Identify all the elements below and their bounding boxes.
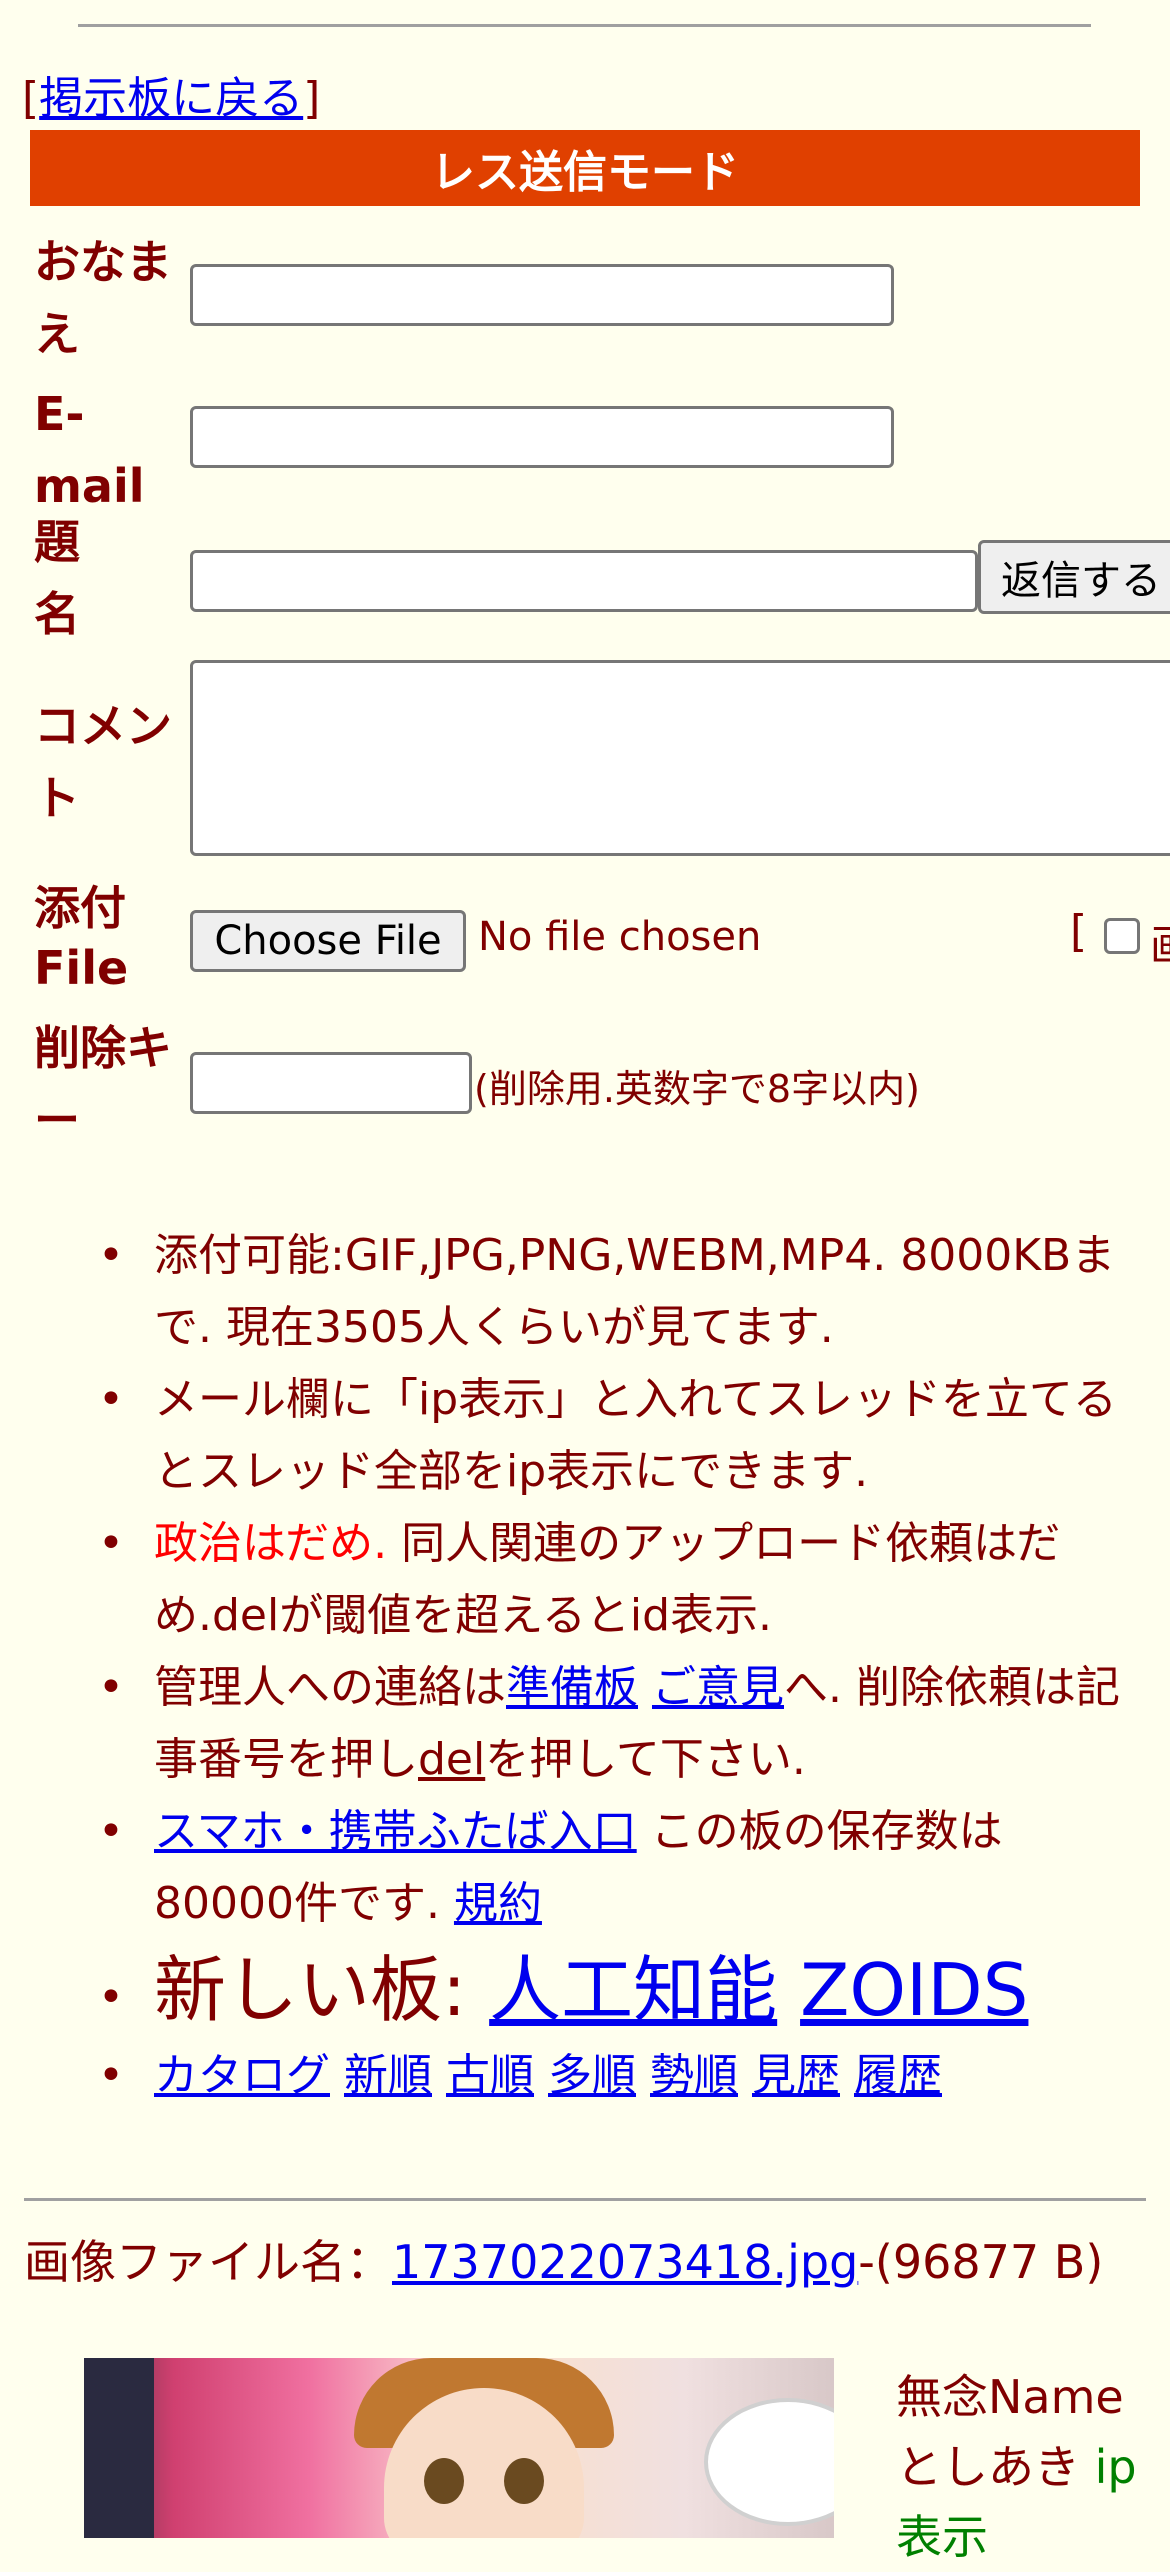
file-label-line2: File <box>34 941 129 995</box>
board-rules-list: 添付可能:GIF,JPG,PNG,WEBM,MP4. 8000KBまで. 現在3… <box>0 1220 1170 2112</box>
image-option-checkbox[interactable] <box>1104 918 1140 954</box>
email-input[interactable] <box>190 406 894 468</box>
post-history-link[interactable]: 履歴 <box>854 2050 942 2101</box>
name-label: おなま え <box>34 226 172 370</box>
back-close-bracket: ] <box>303 73 321 124</box>
sort-new-link[interactable]: 新順 <box>344 2050 432 2101</box>
rule-politics: 政治はだめ. 同人関連のアップロード依頼はだめ.delが閾値を超えるとid表示. <box>0 1508 1170 1652</box>
name-input[interactable] <box>190 264 894 326</box>
top-divider <box>78 24 1091 27</box>
delete-key-input[interactable] <box>190 1052 472 1114</box>
thread-divider <box>24 2198 1146 2201</box>
rule-politics-warning: 政治はだめ. <box>154 1518 388 1569</box>
rule-attachments: 添付可能:GIF,JPG,PNG,WEBM,MP4. 8000KBまで. 現在3… <box>0 1220 1170 1364</box>
poster-handle: としあき <box>896 2440 1080 2494</box>
sort-old-link[interactable]: 古順 <box>446 2050 534 2101</box>
rule-ip-display: メール欄に「ip表示」と入れてスレッドを立てるとスレッド全部をip表示にできます… <box>0 1364 1170 1508</box>
back-to-board-link[interactable]: 掲示板に戻る <box>39 73 303 124</box>
subject-label: 題 名 <box>34 506 80 650</box>
thumbnail-dark-region <box>84 2358 154 2538</box>
rule-contact: 管理人への連絡は準備板 ご意見へ. 削除依頼は記事番号を押しdelを押して下さい… <box>0 1652 1170 1796</box>
image-option-label: 画 <box>1150 912 1170 973</box>
board-nav-links: カタログ 新順 古順 多順 勢順 見歴 履歴 <box>0 2040 1170 2112</box>
thumbnail-eye-left <box>424 2458 464 2504</box>
back-nav: [掲示板に戻る] <box>22 62 320 126</box>
delete-key-label-line1: 削除キ <box>34 1021 172 1075</box>
post-thumbnail-image[interactable] <box>84 2358 834 2538</box>
reply-mode-banner: レス送信モード <box>30 130 1140 206</box>
file-size: -(96877 B) <box>858 2235 1104 2289</box>
reply-submit-button[interactable]: 返信する <box>978 540 1170 614</box>
email-label-line1: E- <box>34 387 85 441</box>
comment-textarea[interactable] <box>190 660 1170 856</box>
post-file-info: 画像ファイル名：1737022073418.jpg-(96877 B) <box>24 2232 1144 2292</box>
name-label-line1: おなま <box>34 235 172 289</box>
back-open-bracket: [ <box>22 73 40 124</box>
mobile-entrance-link[interactable]: スマホ・携帯ふたば入口 <box>154 1806 637 1857</box>
sort-many-link[interactable]: 多順 <box>548 2050 636 2101</box>
catalog-link[interactable]: カタログ <box>154 2050 330 2101</box>
image-file-link[interactable]: 1737022073418.jpg <box>392 2235 858 2289</box>
rule-contact-text-a: 管理人への連絡は <box>154 1662 506 1713</box>
delete-key-note: (削除用.英数字で8字以内) <box>474 1067 920 1111</box>
new-boards-label: 新しい板: <box>154 1948 490 2032</box>
rule-contact-text-c: を押して下さい. <box>485 1734 806 1785</box>
feedback-link[interactable]: ご意見 <box>652 1662 784 1713</box>
junbi-board-link[interactable]: 準備板 <box>506 1662 638 1713</box>
choose-file-button[interactable]: Choose File <box>190 910 466 972</box>
subject-label-line2: 名 <box>34 587 80 641</box>
rule-attachments-text: 添付可能:GIF,JPG,PNG,WEBM,MP4. 8000KBまで. 現在3… <box>154 1230 1116 1353</box>
sort-momentum-link[interactable]: 勢順 <box>650 2050 738 2101</box>
thumbnail-eye-right <box>504 2458 544 2504</box>
subject-label-line1: 題 <box>34 515 80 569</box>
no-file-chosen-text: No file chosen <box>478 914 762 960</box>
subject-input[interactable] <box>190 550 978 612</box>
rule-ip-display-text: メール欄に「ip表示」と入れてスレッドを立てるとスレッド全部をip表示にできます… <box>154 1374 1117 1497</box>
name-label-line2: え <box>34 307 80 361</box>
image-option-bracket: [ <box>1070 906 1088 957</box>
ip-display: 表示 <box>896 2510 988 2564</box>
zoids-board-link[interactable]: ZOIDS <box>800 1948 1028 2032</box>
delete-key-label-line2: ー <box>34 1093 80 1147</box>
comment-label-line1: コメン <box>34 699 172 753</box>
ai-board-link[interactable]: 人工知能 <box>489 1948 777 2032</box>
post-header: 無念Name としあき ip 表示 <box>896 2362 1137 2572</box>
file-label: 添付 File <box>34 872 128 1004</box>
email-label: E- mail <box>34 378 145 522</box>
delete-key-label: 削除キ ー <box>34 1012 172 1156</box>
del-link[interactable]: del <box>418 1734 485 1785</box>
rule-mobile: スマホ・携帯ふたば入口 この板の保存数は80000件です. 規約 <box>0 1796 1170 1940</box>
ip-label: ip <box>1094 2440 1137 2494</box>
terms-link[interactable]: 規約 <box>454 1878 542 1929</box>
comment-label-line2: ト <box>34 771 80 825</box>
viewed-history-link[interactable]: 見歴 <box>752 2050 840 2101</box>
file-name-label: 画像ファイル名： <box>24 2235 392 2289</box>
new-boards: 新しい板: 人工知能 ZOIDS <box>0 1940 1170 2048</box>
comment-label: コメン ト <box>34 690 172 834</box>
thumbnail-plate <box>704 2398 834 2526</box>
poster-name: 無念Name <box>896 2370 1124 2424</box>
